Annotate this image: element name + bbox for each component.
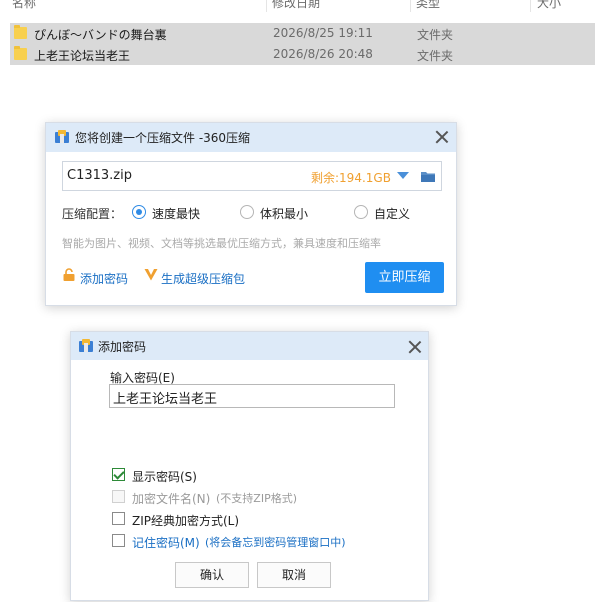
file-row[interactable]: 上老王论坛当老王 2026/8/26 20:48 文件夹 bbox=[10, 44, 595, 65]
file-date: 2026/8/26 20:48 bbox=[273, 47, 373, 61]
dropdown-arrow-icon[interactable] bbox=[397, 172, 409, 180]
file-type: 文件夹 bbox=[417, 49, 454, 63]
column-divider[interactable] bbox=[266, 0, 267, 12]
encrypt-filenames-note: (不支持ZIP格式) bbox=[216, 492, 297, 505]
show-password-label[interactable]: 显示密码(S) bbox=[132, 468, 197, 485]
password-dialog: 添加密码 输入密码(E) 上老王论坛当老王 显示密码(S) 加密文件名(N) (… bbox=[70, 331, 429, 601]
compress-now-button[interactable]: 立即压缩 bbox=[365, 262, 444, 293]
free-space-label: 剩余:194.1GB bbox=[311, 171, 391, 185]
close-icon[interactable] bbox=[435, 130, 449, 144]
folder-icon bbox=[14, 25, 27, 39]
radio-custom[interactable] bbox=[354, 205, 368, 219]
zip-classic-checkbox[interactable] bbox=[112, 512, 125, 525]
archive-app-icon bbox=[79, 339, 93, 352]
option-custom-label[interactable]: 自定义 bbox=[374, 205, 410, 222]
cancel-button[interactable]: 取消 bbox=[257, 562, 331, 588]
archive-app-icon bbox=[55, 130, 69, 143]
compress-config-label: 压缩配置： bbox=[62, 207, 123, 221]
password-input[interactable]: 上老王论坛当老王 bbox=[109, 384, 395, 408]
password-dialog-title: 添加密码 bbox=[98, 340, 147, 354]
option-smallest-label[interactable]: 体积最小 bbox=[260, 205, 308, 222]
encrypt-filenames-label: 加密文件名(N) bbox=[132, 492, 211, 506]
super-package-link[interactable]: 生成超级压缩包 bbox=[161, 270, 245, 287]
password-value[interactable]: 上老王论坛当老王 bbox=[113, 388, 217, 407]
folder-icon bbox=[14, 46, 27, 60]
file-name: 上老王论坛当老王 bbox=[34, 49, 131, 63]
file-type: 文件夹 bbox=[417, 28, 454, 42]
radio-smallest[interactable] bbox=[240, 205, 254, 219]
file-date: 2026/8/25 19:11 bbox=[273, 26, 373, 40]
column-divider[interactable] bbox=[530, 0, 531, 12]
zip-classic-label[interactable]: ZIP经典加密方式(L) bbox=[132, 512, 239, 529]
browse-folder-icon[interactable] bbox=[421, 170, 435, 182]
compress-dialog-title: 您将创建一个压缩文件 -360压缩 bbox=[75, 131, 251, 145]
compress-titlebar[interactable]: 您将创建一个压缩文件 -360压缩 bbox=[46, 123, 456, 152]
archive-path-field[interactable]: C1313.zip 剩余:194.1GB bbox=[62, 161, 442, 191]
encrypt-filenames-checkbox bbox=[112, 490, 125, 503]
remember-password-note: (将会备忘到密码管理窗口中) bbox=[205, 536, 346, 549]
remember-password-label[interactable]: 记住密码(M) bbox=[132, 534, 200, 551]
radio-fastest[interactable] bbox=[132, 205, 146, 219]
compress-hint: 智能为图片、视频、文档等挑选最优压缩方式，兼具速度和压缩率 bbox=[62, 237, 381, 250]
column-divider[interactable] bbox=[410, 0, 411, 12]
close-icon[interactable] bbox=[408, 340, 422, 354]
column-type[interactable]: 类型 bbox=[416, 0, 440, 11]
column-size[interactable]: 大小 bbox=[537, 0, 561, 11]
ok-button[interactable]: 确认 bbox=[175, 562, 249, 588]
column-date[interactable]: 修改日期 bbox=[272, 0, 320, 11]
archive-filename[interactable]: C1313.zip bbox=[67, 168, 132, 183]
column-name[interactable]: 名称 bbox=[12, 0, 36, 11]
file-row[interactable]: ぴんぼ～バンドの舞台裏 2026/8/25 19:11 文件夹 bbox=[10, 23, 595, 44]
compress-dialog: 您将创建一个压缩文件 -360压缩 C1313.zip 剩余:194.1GB 压… bbox=[45, 122, 457, 306]
file-name: ぴんぼ～バンドの舞台裏 bbox=[34, 28, 167, 42]
password-titlebar[interactable]: 添加密码 bbox=[71, 332, 428, 360]
lock-icon bbox=[63, 268, 75, 281]
vip-v-icon bbox=[144, 269, 158, 281]
add-password-link[interactable]: 添加密码 bbox=[80, 270, 128, 287]
remember-password-checkbox[interactable] bbox=[112, 534, 125, 547]
show-password-checkbox[interactable] bbox=[112, 468, 125, 481]
file-list-header: 名称 修改日期 类型 大小 bbox=[0, 0, 612, 14]
option-fastest-label[interactable]: 速度最快 bbox=[152, 205, 200, 222]
